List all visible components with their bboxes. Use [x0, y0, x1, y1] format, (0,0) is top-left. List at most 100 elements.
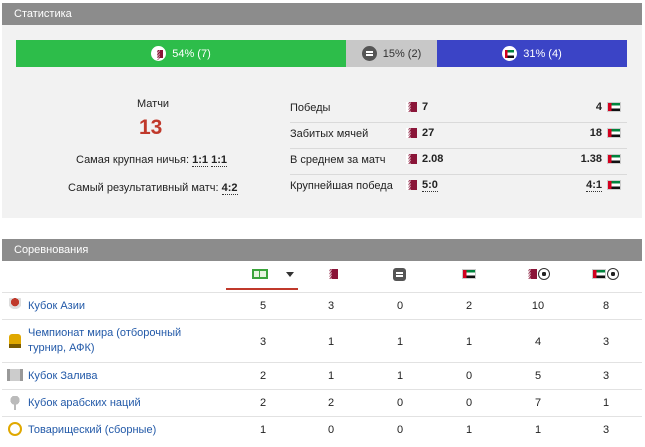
cell: 0 — [465, 370, 473, 382]
cell: 3 — [259, 336, 267, 348]
competition-link[interactable]: Кубок Залива — [28, 369, 97, 384]
loss-percentage: 31% (4) — [523, 47, 562, 60]
stat-label: Крупнейшая победа — [290, 180, 393, 192]
stat-label: Забитых мячей — [290, 128, 369, 140]
stat-row-average: В среднем за матч 2.08 1.38 — [290, 149, 627, 175]
team-a-value: 27 — [406, 127, 434, 139]
cell: 1 — [259, 424, 267, 436]
competition-link[interactable]: Чемпионат мира (отборочный турнир, АФК) — [28, 326, 181, 356]
cell: 0 — [327, 424, 335, 436]
competitions-table: Кубок Азии 5 3 0 2 10 8 Чемпионат мира (… — [2, 262, 642, 442]
cell: 4 — [534, 336, 542, 348]
uae-goals-column[interactable] — [592, 268, 619, 281]
trophy-icon — [7, 369, 23, 381]
team-a-value: 7 — [406, 101, 428, 113]
cell: 1 — [327, 336, 335, 348]
cell: 0 — [396, 397, 404, 409]
table-row: Кубок Азии 5 3 0 2 10 8 — [2, 292, 642, 319]
uae-flag-icon — [607, 128, 621, 139]
stat-row-wins: Победы 7 4 — [290, 97, 627, 123]
biggest-draw-link-2[interactable]: 1:1 — [211, 154, 227, 167]
competition-link[interactable]: Кубок Азии — [28, 299, 85, 314]
matches-count: 13 — [139, 116, 163, 139]
cell: 2 — [259, 370, 267, 382]
cell: 1 — [396, 370, 404, 382]
trophy-icon — [9, 334, 21, 348]
draw-equals-icon — [361, 46, 377, 61]
competitions-header: Соревнования — [2, 239, 642, 261]
team-a-value: 2.08 — [406, 153, 443, 165]
stat-row-biggest-win: Крупнейшая победа 5:0 4:1 — [290, 175, 627, 201]
uae-wins-column[interactable] — [462, 268, 476, 280]
qatar-flag-icon — [526, 269, 537, 280]
competition-link[interactable]: Товарищеский (сборные) — [28, 423, 156, 438]
cell: 8 — [602, 300, 610, 312]
cell: 1 — [465, 424, 473, 436]
cell: 5 — [259, 300, 267, 312]
uae-flag-icon — [607, 102, 621, 113]
sort-matches-column[interactable] — [252, 268, 294, 280]
cell: 5 — [534, 370, 542, 382]
qatar-wins-column[interactable] — [327, 268, 338, 280]
draw-segment[interactable]: 15% (2) — [346, 40, 437, 67]
cell: 1 — [327, 370, 335, 382]
cell: 7 — [534, 397, 542, 409]
draw-equals-icon — [393, 268, 406, 281]
biggest-draw-link-1[interactable]: 1:1 — [192, 154, 209, 167]
cell: 0 — [465, 397, 473, 409]
qatar-flag-icon — [406, 154, 417, 165]
table-row: Кубок арабских наций 2 2 0 0 7 1 — [2, 389, 642, 416]
cell: 1 — [602, 397, 610, 409]
competition-link[interactable]: Кубок арабских наций — [28, 396, 141, 411]
draws-column[interactable] — [393, 268, 406, 281]
qatar-flag-icon — [406, 128, 417, 139]
cell: 2 — [465, 300, 473, 312]
qatar-flag-icon — [406, 102, 417, 113]
highest-scoring-link[interactable]: 4:2 — [221, 182, 238, 195]
uae-flag-icon — [607, 154, 621, 165]
biggest-draw: Самая крупная ничья: 1:1 1:1 — [76, 154, 227, 167]
team-b-value: 18 — [590, 127, 621, 139]
qatar-flag-icon — [151, 46, 167, 61]
team-b-value[interactable]: 4:1 — [586, 179, 621, 192]
draw-percentage: 15% (2) — [382, 47, 422, 60]
table-row: Чемпионат мира (отборочный турнир, АФК) 3… — [2, 319, 642, 362]
win-segment[interactable]: 54% (7) — [16, 40, 346, 67]
cell: 3 — [602, 370, 610, 382]
uae-flag-icon — [607, 180, 621, 191]
biggest-draw-label: Самая крупная ничья: — [76, 154, 190, 166]
result-distribution-bar: 54% (7) 15% (2) 31% (4) — [16, 40, 627, 67]
uae-flag-icon — [502, 46, 518, 61]
matches-label: Матчи — [137, 98, 170, 110]
uae-flag-icon — [592, 269, 606, 280]
cell: 1 — [396, 336, 404, 348]
table-row: Товарищеский (сборные) 1 0 0 1 1 3 — [2, 416, 642, 442]
cell: 3 — [327, 300, 335, 312]
win-percentage: 54% (7) — [172, 47, 211, 60]
stat-label: Победы — [290, 102, 331, 114]
team-b-value: 1.38 — [581, 153, 621, 165]
cell: 10 — [531, 300, 545, 312]
football-ball-icon — [538, 268, 550, 281]
cell: 1 — [534, 424, 542, 436]
qatar-flag-icon — [327, 269, 338, 280]
cell: 0 — [396, 300, 404, 312]
cell: 0 — [396, 424, 404, 436]
uae-flag-icon — [462, 269, 476, 280]
trophy-icon — [9, 396, 21, 410]
team-a-value[interactable]: 5:0 — [406, 179, 438, 192]
cell: 2 — [259, 397, 267, 409]
field-icon — [252, 269, 268, 280]
qatar-flag-icon — [406, 180, 417, 191]
highest-scoring: Самый результативный матч: 4:2 — [68, 182, 238, 195]
cell: 3 — [602, 424, 610, 436]
stats-header: Статистика — [2, 3, 642, 25]
peace-icon — [8, 422, 22, 436]
qatar-goals-column[interactable] — [526, 268, 550, 281]
stat-row-goals: Забитых мячей 27 18 — [290, 123, 627, 149]
table-row: Кубок Залива 2 1 1 0 5 3 — [2, 362, 642, 389]
trophy-icon — [9, 298, 21, 312]
loss-segment[interactable]: 31% (4) — [437, 40, 627, 67]
stat-label: В среднем за матч — [290, 154, 386, 166]
cell: 2 — [327, 397, 335, 409]
